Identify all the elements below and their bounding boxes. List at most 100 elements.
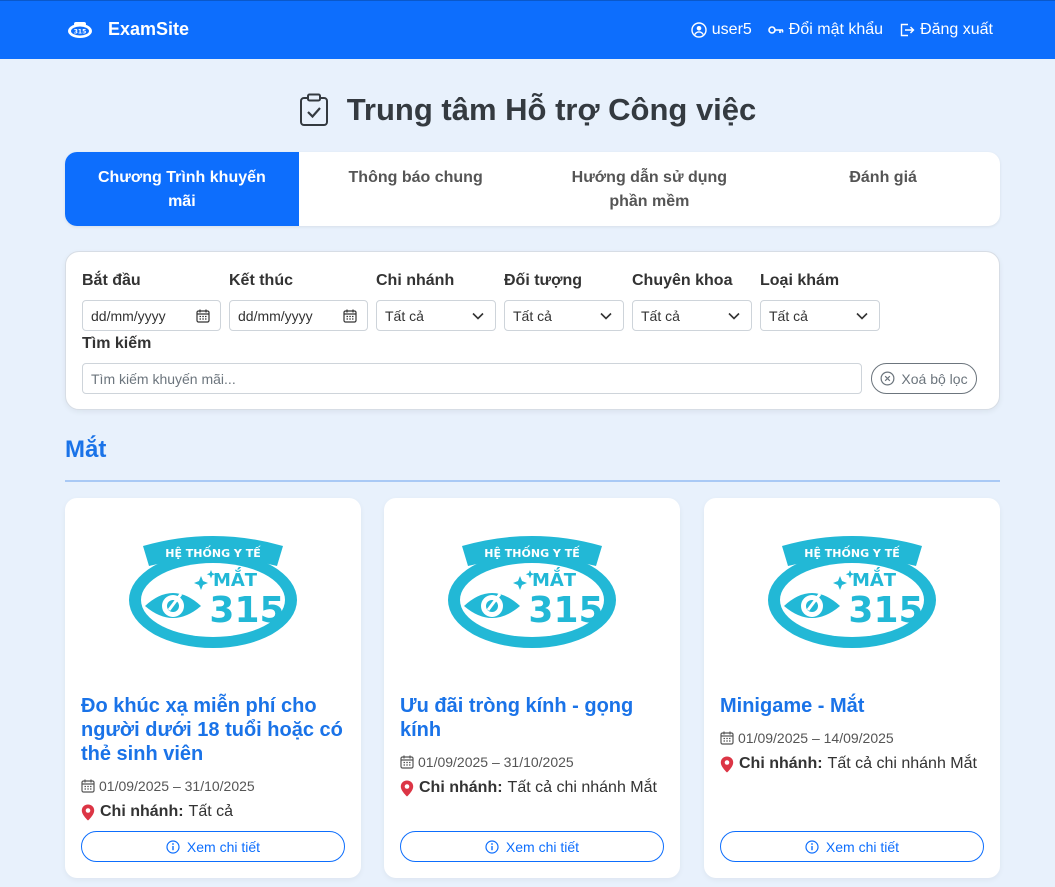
target-select-value: Tất cả	[513, 307, 552, 324]
view-details-label: Xem chi tiết	[186, 838, 261, 855]
branch-select[interactable]: Tất cả	[376, 300, 496, 331]
filter-panel: Bắt đầu dd/mm/yyyy Kết thúc dd/mm/yyyy C…	[65, 251, 1000, 410]
card-image: HỆ THỐNG Y TẾ MẮT 315	[65, 498, 361, 680]
exam-type-label: Loại khám	[760, 272, 840, 289]
view-details-button[interactable]: Xem chi tiết	[400, 831, 664, 862]
card-date: 01/09/2025 – 14/09/2025	[720, 730, 894, 746]
start-date-value: dd/mm/yyyy	[91, 307, 166, 324]
view-details-button[interactable]: Xem chi tiết	[720, 831, 984, 862]
tab-announcements[interactable]: Thông báo chung	[299, 152, 533, 226]
info-icon	[805, 839, 819, 854]
card-date-text: 01/09/2025 – 31/10/2025	[99, 778, 255, 794]
page-title: Trung tâm Hỗ trợ Công việc	[0, 92, 1055, 128]
card-branch-value: Tất cả	[188, 803, 234, 820]
username: user5	[711, 21, 752, 38]
start-date-label: Bắt đầu	[82, 272, 141, 289]
calendar-icon	[81, 779, 95, 793]
tab-label: Chương Trình khuyến mãi	[97, 169, 266, 210]
svg-text:MẮT: MẮT	[213, 567, 258, 591]
card-branch: Chi nhánh: Tất cả chi nhánh Mắt	[400, 779, 657, 797]
calendar-icon	[720, 731, 734, 745]
view-details-button[interactable]: Xem chi tiết	[81, 831, 345, 862]
clipboard-check-icon	[299, 93, 328, 126]
chevron-down-icon	[728, 312, 740, 320]
exam-type-select[interactable]: Tất cả	[760, 300, 880, 331]
promotion-card: HỆ THỐNG Y TẾ MẮT 315 Minigame - Mắt 01/…	[704, 498, 1000, 878]
info-icon	[485, 839, 499, 854]
card-date: 01/09/2025 – 31/10/2025	[400, 754, 574, 770]
tab-promotions[interactable]: Chương Trình khuyến mãi	[65, 152, 299, 226]
card-date-text: 01/09/2025 – 14/09/2025	[738, 730, 894, 746]
calendar-icon	[196, 309, 210, 323]
tab-label: Hướng dẫn sử dụng phần mềm	[571, 169, 728, 210]
brand-name: ExamSite	[108, 19, 190, 39]
svg-text:315: 315	[74, 28, 87, 35]
promotion-card: HỆ THỐNG Y TẾ MẮT 315 Đo khúc xạ miễn ph…	[65, 498, 361, 878]
svg-text:315: 315	[528, 590, 603, 631]
card-date: 01/09/2025 – 31/10/2025	[81, 778, 255, 794]
view-details-label: Xem chi tiết	[505, 838, 580, 855]
brand-link[interactable]: 315 ExamSite	[66, 19, 189, 40]
specialty-select[interactable]: Tất cả	[632, 300, 752, 331]
card-branch-label: Chi nhánh:	[739, 755, 823, 772]
card-branch-value: Tất cả chi nhánh Mắt	[827, 755, 977, 772]
card-branch: Chi nhánh: Tất cả chi nhánh Mắt	[720, 755, 977, 773]
user-menu[interactable]: user5	[691, 21, 752, 39]
clear-filters-button[interactable]: Xoá bộ lọc	[871, 363, 977, 394]
branch-label: Chi nhánh	[376, 272, 455, 289]
promotion-card: HỆ THỐNG Y TẾ MẮT 315 Ưu đãi tròng kính …	[384, 498, 680, 878]
close-circle-icon	[880, 371, 895, 386]
card-branch-label: Chi nhánh:	[100, 803, 184, 820]
specialty-select-value: Tất cả	[641, 307, 680, 324]
target-select[interactable]: Tất cả	[504, 300, 624, 331]
tab-label: Thông báo chung	[348, 169, 483, 186]
start-date-input[interactable]: dd/mm/yyyy	[82, 300, 221, 331]
card-date-text: 01/09/2025 – 31/10/2025	[418, 754, 574, 770]
map-pin-icon	[400, 780, 414, 796]
card-title[interactable]: Ưu đãi tròng kính - gọng kính	[400, 694, 664, 742]
logout-link[interactable]: Đăng xuất	[899, 21, 993, 39]
section-divider	[65, 480, 1000, 482]
card-image: HỆ THỐNG Y TẾ MẮT 315	[704, 498, 1000, 680]
svg-text:315: 315	[209, 590, 284, 631]
chevron-down-icon	[472, 312, 484, 320]
tab-reviews[interactable]: Đánh giá	[766, 152, 1000, 226]
section-title: Mắt	[65, 436, 107, 463]
exam-type-select-value: Tất cả	[769, 307, 808, 324]
calendar-icon	[343, 309, 357, 323]
svg-text:HỆ THỐNG Y TẾ: HỆ THỐNG Y TẾ	[804, 545, 900, 560]
page-title-text: Trung tâm Hỗ trợ Công việc	[346, 92, 757, 127]
map-pin-icon	[81, 804, 95, 820]
card-image: HỆ THỐNG Y TẾ MẮT 315	[384, 498, 680, 680]
view-details-label: Xem chi tiết	[825, 838, 900, 855]
specialty-label: Chuyên khoa	[632, 272, 733, 289]
svg-text:MẮT: MẮT	[532, 567, 577, 591]
chevron-down-icon	[600, 312, 612, 320]
change-password-label: Đổi mật khẩu	[788, 21, 884, 38]
user-circle-icon	[691, 22, 707, 38]
clear-filters-label: Xoá bộ lọc	[901, 370, 968, 387]
search-placeholder: Tìm kiếm khuyến mãi...	[91, 370, 236, 387]
end-date-input[interactable]: dd/mm/yyyy	[229, 300, 368, 331]
search-input[interactable]: Tìm kiếm khuyến mãi...	[82, 363, 862, 394]
card-title[interactable]: Minigame - Mắt	[720, 694, 984, 718]
svg-text:MẮT: MẮT	[852, 567, 897, 591]
svg-text:HỆ THỐNG Y TẾ: HỆ THỐNG Y TẾ	[484, 545, 580, 560]
svg-text:HỆ THỐNG Y TẾ: HỆ THỐNG Y TẾ	[165, 545, 261, 560]
key-icon	[767, 26, 784, 34]
target-label: Đối tượng	[504, 272, 583, 289]
info-icon	[166, 839, 180, 854]
calendar-icon	[400, 755, 414, 769]
top-navbar: 315 ExamSite user5 Đổi mật khẩu Đăng xuấ…	[0, 0, 1055, 59]
logout-icon	[900, 23, 915, 37]
tab-bar: Chương Trình khuyến mãi Thông báo chung …	[65, 152, 1000, 226]
tab-software-guide[interactable]: Hướng dẫn sử dụng phần mềm	[533, 152, 767, 226]
svg-text:315: 315	[848, 590, 923, 631]
card-title[interactable]: Đo khúc xạ miễn phí cho người dưới 18 tu…	[81, 694, 345, 766]
card-branch-label: Chi nhánh:	[419, 779, 503, 796]
eye-clinic-logo: HỆ THỐNG Y TẾ MẮT 315	[448, 536, 616, 648]
change-password-link[interactable]: Đổi mật khẩu	[767, 21, 884, 39]
branch-select-value: Tất cả	[385, 307, 424, 324]
end-date-label: Kết thúc	[229, 272, 293, 289]
card-branch: Chi nhánh: Tất cả	[81, 803, 233, 821]
